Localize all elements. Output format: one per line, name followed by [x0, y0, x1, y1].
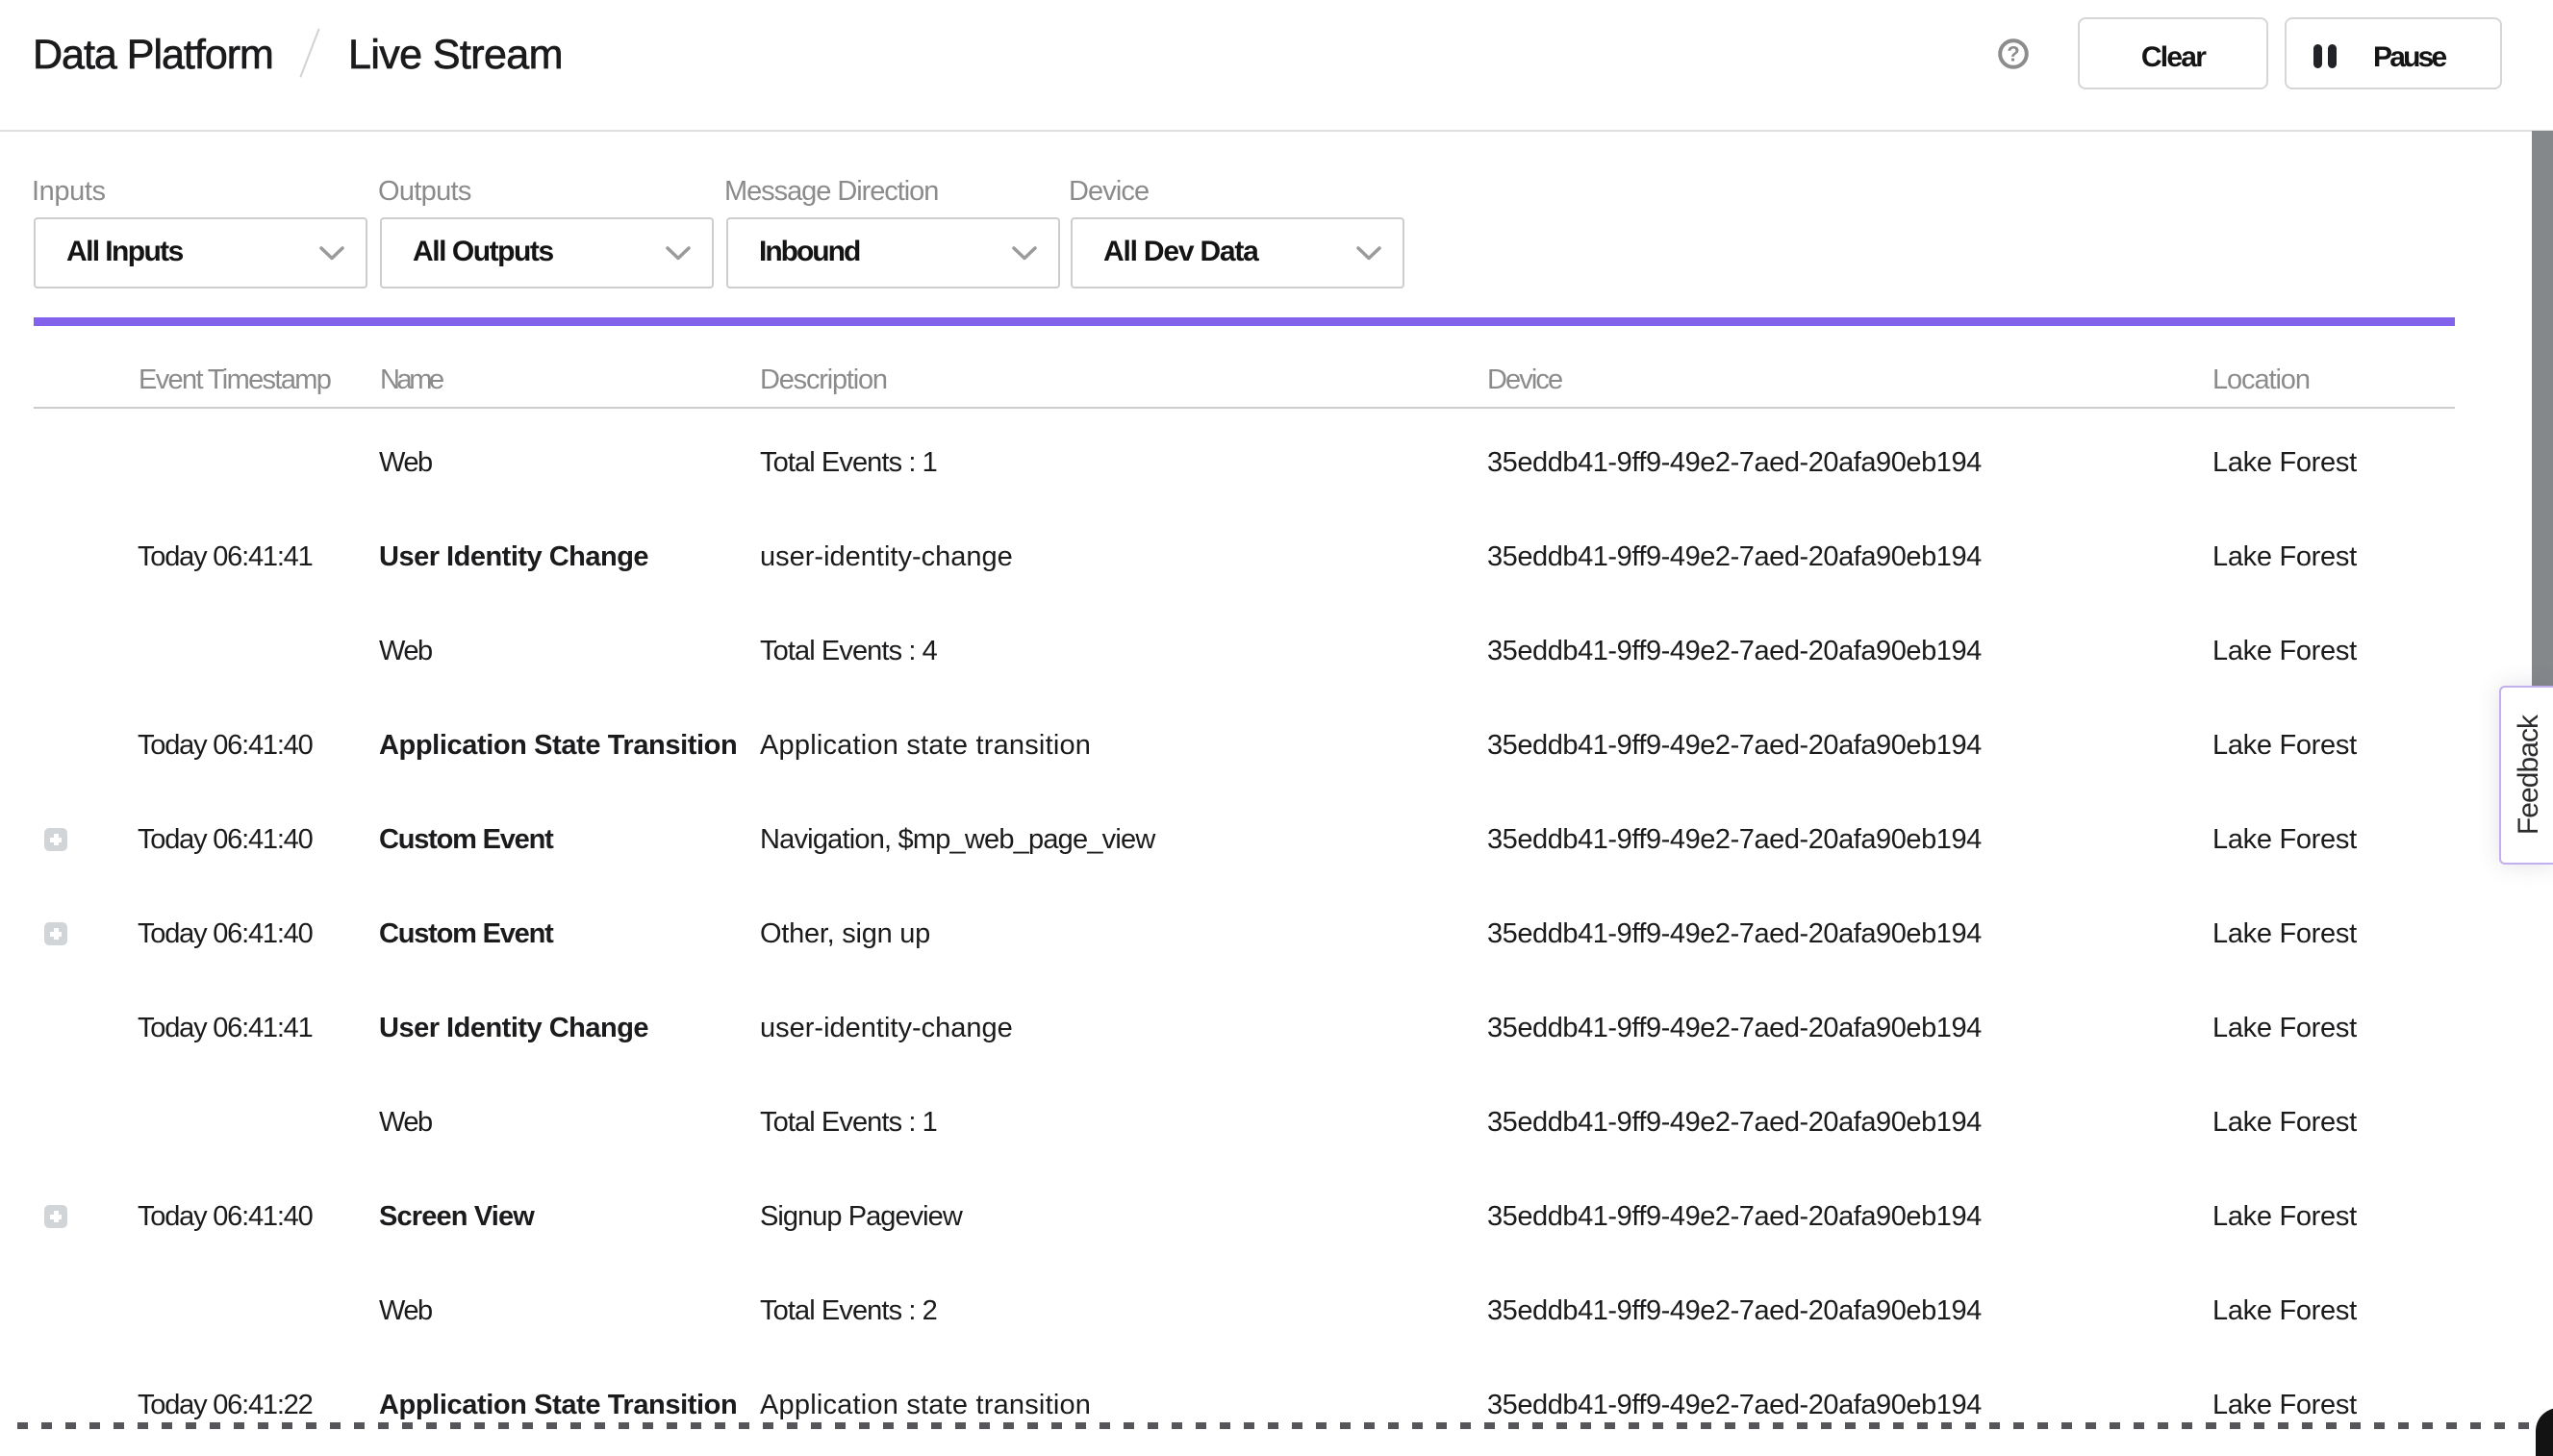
svg-text:?: ?: [2007, 42, 2019, 66]
